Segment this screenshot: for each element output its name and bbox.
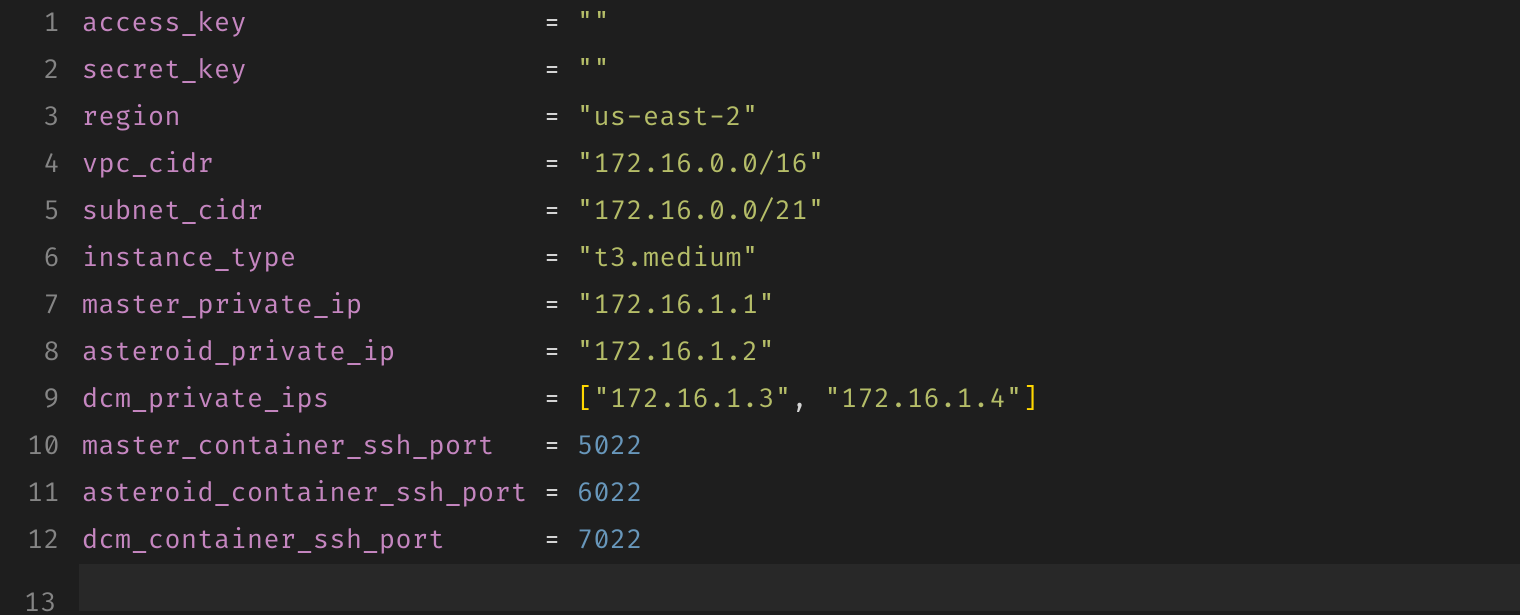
variable-name-token: dcm_container_ssh_port [82, 524, 445, 556]
variable-name-token: vpc_cidr [82, 148, 214, 180]
equals-token: = [544, 101, 577, 133]
code-line[interactable]: 13 [0, 564, 1520, 611]
line-number: 7 [0, 282, 82, 329]
number-token: 7022 [577, 524, 643, 556]
string-token: "172.16.1.4" [825, 383, 1023, 415]
line-number: 12 [0, 517, 82, 564]
code-line[interactable]: 5subnet_cidr = "172.16.0.0/21" [0, 188, 1520, 235]
code-line[interactable]: 3region = "us-east-2" [0, 94, 1520, 141]
line-number: 5 [0, 188, 82, 235]
line-content: region = "us-east-2" [82, 94, 759, 141]
variable-name-token: region [82, 101, 181, 133]
line-number: 8 [0, 329, 82, 376]
equals-token: = [544, 7, 577, 39]
equals-token: = [544, 54, 577, 86]
line-content: asteroid_container_ssh_port = 6022 [82, 470, 643, 517]
line-number: 9 [0, 376, 82, 423]
line-content: subnet_cidr = "172.16.0.0/21" [82, 188, 825, 235]
variable-name-token: dcm_private_ips [82, 383, 330, 415]
line-content: master_private_ip = "172.16.1.1" [82, 282, 775, 329]
code-line[interactable]: 10master_container_ssh_port = 5022 [0, 423, 1520, 470]
line-content: access_key = "" [82, 0, 610, 47]
line-content: master_container_ssh_port = 5022 [82, 423, 643, 470]
variable-name-token: master_private_ip [82, 289, 363, 321]
string-token: "172.16.1.3" [594, 383, 792, 415]
equals-token: = [544, 195, 577, 227]
number-token: 5022 [577, 430, 643, 462]
number-token: 6022 [577, 477, 643, 509]
line-number: 6 [0, 235, 82, 282]
string-token: "" [577, 7, 610, 39]
code-line[interactable]: 1access_key = "" [0, 0, 1520, 47]
code-line[interactable]: 6instance_type = "t3.medium" [0, 235, 1520, 282]
variable-name-token: access_key [82, 7, 247, 39]
line-number: 11 [0, 470, 82, 517]
variable-name-token: asteroid_container_ssh_port [82, 477, 528, 509]
line-content: dcm_private_ips = ["172.16.1.3", "172.16… [82, 376, 1039, 423]
code-line[interactable]: 12dcm_container_ssh_port = 7022 [0, 517, 1520, 564]
variable-name-token: master_container_ssh_port [82, 430, 495, 462]
line-content: secret_key = "" [82, 47, 610, 94]
variable-name-token: instance_type [82, 242, 297, 274]
open-bracket-token: [ [577, 383, 594, 415]
line-number: 13 [0, 580, 79, 615]
string-token: "t3.medium" [577, 242, 759, 274]
close-bracket-token: ] [1023, 383, 1040, 415]
string-token: "172.16.0.0/21" [577, 195, 825, 227]
line-content: vpc_cidr = "172.16.0.0/16" [82, 141, 825, 188]
code-editor[interactable]: 1access_key = ""2secret_key = ""3region … [0, 0, 1520, 611]
line-content: instance_type = "t3.medium" [82, 235, 759, 282]
equals-token: = [544, 524, 577, 556]
variable-name-token: subnet_cidr [82, 195, 264, 227]
code-line[interactable]: 9dcm_private_ips = ["172.16.1.3", "172.1… [0, 376, 1520, 423]
string-token: "" [577, 54, 610, 86]
line-number: 3 [0, 94, 82, 141]
equals-token: = [544, 477, 577, 509]
line-content: asteroid_private_ip = "172.16.1.2" [82, 329, 775, 376]
string-token: "172.16.1.2" [577, 336, 775, 368]
string-token: "us-east-2" [577, 101, 759, 133]
line-content [79, 564, 1520, 611]
code-line[interactable]: 4vpc_cidr = "172.16.0.0/16" [0, 141, 1520, 188]
code-line[interactable]: 8asteroid_private_ip = "172.16.1.2" [0, 329, 1520, 376]
equals-token: = [544, 289, 577, 321]
line-content: dcm_container_ssh_port = 7022 [82, 517, 643, 564]
code-line[interactable]: 7master_private_ip = "172.16.1.1" [0, 282, 1520, 329]
equals-token: = [544, 242, 577, 274]
comma-token: , [792, 383, 825, 415]
line-number: 4 [0, 141, 82, 188]
string-token: "172.16.1.1" [577, 289, 775, 321]
string-token: "172.16.0.0/16" [577, 148, 825, 180]
variable-name-token: asteroid_private_ip [82, 336, 396, 368]
variable-name-token: secret_key [82, 54, 247, 86]
equals-token: = [544, 383, 577, 415]
code-line[interactable]: 2secret_key = "" [0, 47, 1520, 94]
equals-token: = [544, 430, 577, 462]
line-number: 1 [0, 0, 82, 47]
equals-token: = [544, 336, 577, 368]
line-number: 10 [0, 423, 82, 470]
line-number: 2 [0, 47, 82, 94]
equals-token: = [544, 148, 577, 180]
code-line[interactable]: 11asteroid_container_ssh_port = 6022 [0, 470, 1520, 517]
